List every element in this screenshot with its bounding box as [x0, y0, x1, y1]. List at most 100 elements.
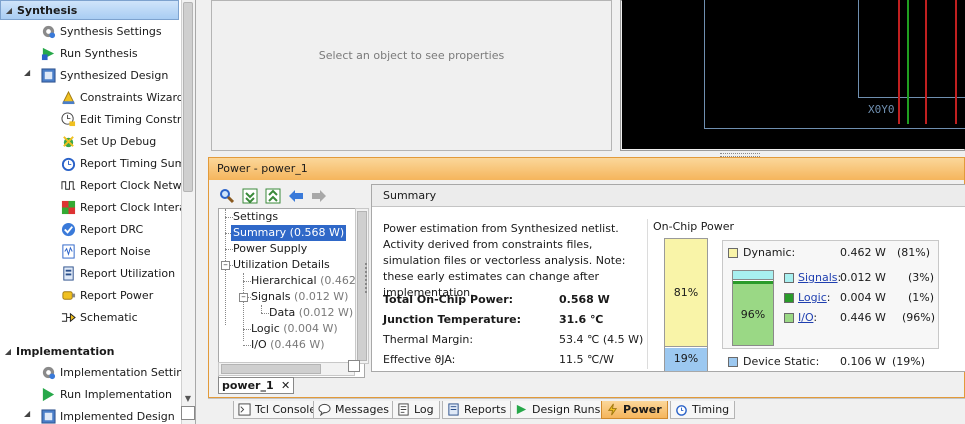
nav-item-constraints-wizard[interactable]: Constraints Wizard	[60, 86, 184, 108]
legend-label: Device Static:	[743, 355, 820, 368]
minimize-icon[interactable]	[181, 406, 195, 420]
tab-label: Reports	[464, 403, 507, 416]
nav-item-label: Report Clock Networks	[80, 178, 196, 192]
expand-all-icon[interactable]	[263, 186, 282, 205]
flow-navigator: ◢ Synthesis Synthesis Settings Run Synth…	[0, 0, 196, 424]
legend-pct: (19%)	[892, 355, 926, 368]
io-swatch	[784, 313, 794, 323]
legend-colon: :	[813, 311, 818, 324]
tree-item-signals[interactable]: Signals (0.012 W)	[251, 289, 348, 305]
tree-splitter-handle[interactable]	[365, 263, 369, 293]
console-icon	[238, 403, 251, 416]
tree-item-summary[interactable]: Summary (0.568 W)	[231, 225, 347, 241]
tree-item-power-supply[interactable]: Power Supply	[233, 241, 307, 257]
signals-swatch	[784, 273, 794, 283]
tab-label: Log	[414, 403, 434, 416]
debug-icon	[60, 133, 76, 149]
tree-item-data[interactable]: Data (0.012 W)	[269, 305, 353, 321]
nav-item-synthesis-settings[interactable]: Synthesis Settings	[40, 20, 162, 42]
nav-item-report-noise[interactable]: Report Noise	[60, 240, 150, 262]
nav-item-synthesized-design[interactable]: Synthesized Design	[40, 64, 168, 86]
nav-scroll-thumb[interactable]	[183, 2, 193, 192]
nav-item-run-synthesis[interactable]: Run Synthesis	[40, 42, 138, 64]
nav-item-run-implementation[interactable]: Run Implementation	[40, 383, 172, 405]
collapse-icon[interactable]: –	[221, 261, 230, 270]
minimize-icon[interactable]	[348, 360, 360, 372]
schematic-icon	[60, 309, 76, 325]
search-icon[interactable]	[217, 186, 236, 205]
nav-section-synthesis[interactable]: ◢ Synthesis	[0, 0, 179, 20]
logic-link[interactable]: Logic	[798, 291, 827, 304]
legend-colon: :	[826, 291, 831, 304]
tab-timing[interactable]: Timing	[670, 401, 736, 419]
nav-item-schematic[interactable]: Schematic	[60, 306, 138, 328]
legend-logic: Logic: 0.004 W (1%)	[798, 290, 934, 306]
tab-tcl-console[interactable]: Tcl Console	[233, 401, 323, 419]
tree-item-logic[interactable]: Logic (0.004 W)	[251, 321, 338, 337]
tree-item-hierarchical[interactable]: Hierarchical (0.462 W)	[251, 273, 364, 289]
back-arrow-icon[interactable]	[286, 186, 305, 205]
legend-value: 0.012 W	[840, 271, 886, 284]
close-icon[interactable]: ✕	[281, 378, 290, 393]
legend-value: 0.106 W	[840, 355, 886, 368]
nav-item-report-timing-summary[interactable]: Report Timing Summary	[60, 152, 195, 174]
design-icon	[40, 67, 56, 83]
io-link[interactable]: I/O	[798, 311, 813, 324]
wizard-icon	[60, 89, 76, 105]
nav-item-report-clock-networks[interactable]: Report Clock Networks	[60, 174, 196, 196]
summary-row-value: 11.5 ℃/W	[559, 353, 614, 366]
collapse-icon[interactable]: ◢	[0, 347, 16, 356]
clock-region-label: X0Y0	[868, 103, 895, 116]
forward-arrow-icon[interactable]	[309, 186, 328, 205]
onchip-power-label: On-Chip Power	[653, 220, 735, 233]
summary-description: Power estimation from Synthesized netlis…	[383, 222, 626, 299]
legend-pct: (3%)	[908, 271, 935, 284]
nav-item-label: Constraints Wizard	[80, 90, 184, 104]
power-result-tab[interactable]: power_1 ✕	[218, 377, 294, 394]
nav-item-implementation-settings[interactable]: Implementation Settings	[40, 361, 195, 383]
nav-section-implementation[interactable]: ◢ Implementation	[0, 341, 115, 361]
tree-item-settings[interactable]: Settings	[233, 209, 278, 225]
signals-link[interactable]: Signals	[798, 271, 838, 284]
device-view[interactable]: X0Y0	[622, 0, 965, 149]
nav-item-edit-timing-constraints[interactable]: Edit Timing Constraints	[60, 108, 196, 130]
nav-item-label: Run Synthesis	[60, 46, 138, 60]
nav-item-report-clock-interaction[interactable]: Report Clock Interaction	[60, 196, 195, 218]
nav-item-label: Report Noise	[80, 244, 151, 258]
scroll-down-icon[interactable]: ▼	[181, 392, 195, 406]
tree-item-io[interactable]: I/O (0.446 W)	[251, 337, 325, 353]
tree-horizontal-scroll-thumb[interactable]	[221, 364, 321, 374]
expand-icon[interactable]: ◢	[24, 68, 30, 77]
tab-label: Timing	[692, 403, 730, 416]
nav-item-set-up-debug[interactable]: Set Up Debug	[60, 130, 156, 152]
nav-item-label: Report DRC	[80, 222, 144, 236]
tab-messages[interactable]: Messages	[313, 401, 395, 419]
power-toolbar	[217, 186, 328, 206]
nav-item-report-utilization[interactable]: Report Utilization	[60, 262, 175, 284]
summary-divider	[647, 219, 648, 369]
collapse-icon[interactable]: ◢	[1, 6, 17, 15]
expand-icon[interactable]: ◢	[24, 409, 30, 418]
run-synthesis-icon	[40, 45, 56, 61]
tree-item-label: Summary	[233, 226, 287, 239]
tab-log[interactable]: Log	[392, 401, 440, 419]
nav-item-label: Edit Timing Constraints	[80, 112, 196, 126]
reports-icon	[447, 403, 460, 416]
tab-design-runs[interactable]: Design Runs	[510, 401, 607, 419]
power-result-tab-label: power_1	[222, 379, 274, 392]
edit-timing-icon	[60, 111, 76, 127]
power-window-title: Power - power_1	[209, 158, 964, 180]
tree-item-label: Hierarchical	[251, 274, 317, 287]
collapse-icon[interactable]: –	[239, 293, 248, 302]
tree-item-utilization-details[interactable]: Utilization Details	[233, 257, 330, 273]
summary-row-label: Total On-Chip Power:	[383, 293, 514, 306]
nav-item-implemented-design[interactable]: Implemented Design	[40, 405, 175, 424]
tab-power[interactable]: Power	[601, 401, 668, 419]
nav-item-label: Report Clock Interaction	[80, 200, 195, 214]
tree-item-value: (0.012 W)	[298, 306, 354, 319]
tab-reports[interactable]: Reports	[442, 401, 513, 419]
nav-item-report-drc[interactable]: Report DRC	[60, 218, 143, 240]
collapse-all-icon[interactable]	[240, 186, 259, 205]
power-plug-icon	[60, 287, 76, 303]
nav-item-report-power[interactable]: Report Power	[60, 284, 153, 306]
